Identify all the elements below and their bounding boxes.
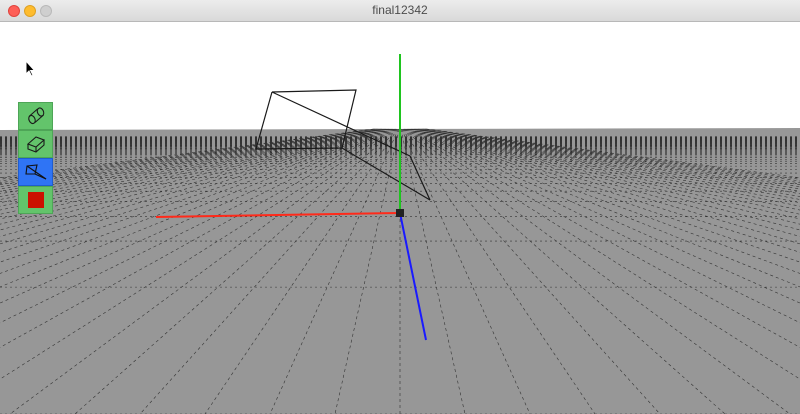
title-bar: final12342 [0, 0, 800, 22]
plane-tool-button[interactable] [18, 158, 53, 186]
stop-tool-button[interactable] [18, 186, 53, 214]
3d-viewport[interactable] [0, 22, 800, 414]
cylinder-icon [27, 107, 44, 125]
scene-canvas[interactable] [0, 22, 800, 414]
app-window: final12342 [0, 0, 800, 414]
box-tool-button[interactable] [18, 130, 53, 158]
window-title: final12342 [372, 3, 428, 17]
mouse-cursor-icon [25, 60, 36, 77]
cylinder-tool-button[interactable] [18, 102, 53, 130]
origin-handle[interactable] [396, 209, 404, 217]
box-icon [26, 136, 45, 153]
stop-square-icon [27, 192, 44, 208]
plane-icon [24, 164, 46, 180]
